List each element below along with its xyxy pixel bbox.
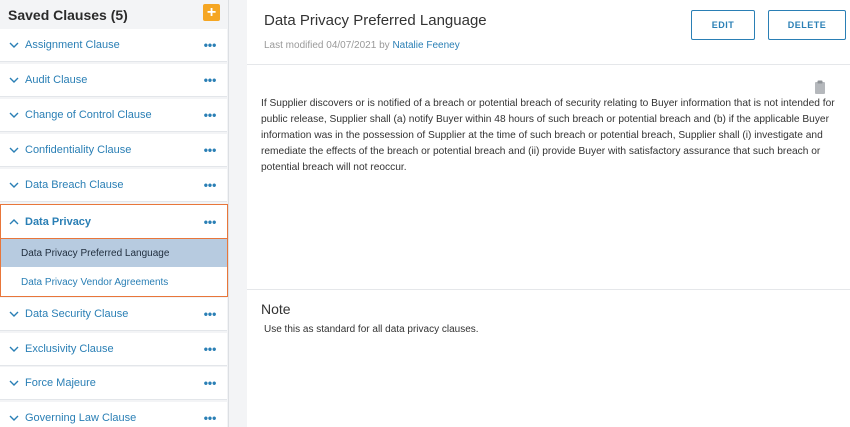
clause-group-label: Data Privacy	[25, 215, 92, 228]
clause-label: Governing Law Clause	[25, 412, 137, 424]
add-clause-button[interactable]: +	[203, 4, 220, 21]
clause-body-text: If Supplier discovers or is notified of …	[261, 98, 835, 173]
clause-label: Data Breach Clause	[25, 179, 124, 191]
more-options-icon[interactable]: •••	[201, 108, 219, 122]
more-options-icon[interactable]: •••	[201, 215, 219, 229]
clause-item-governing-law[interactable]: Governing Law Clause •••	[0, 402, 227, 427]
clipboard-icon[interactable]	[814, 80, 826, 94]
chevron-down-icon	[9, 77, 19, 83]
chevron-down-icon	[9, 42, 19, 48]
more-options-icon[interactable]: •••	[201, 342, 219, 356]
author-link[interactable]: Natalie Feeney	[392, 40, 459, 51]
clause-label: Audit Clause	[25, 74, 88, 86]
note-heading: Note	[261, 301, 291, 317]
delete-button[interactable]: DELETE	[768, 10, 846, 40]
sidebar-gutter	[229, 0, 247, 427]
more-options-icon[interactable]: •••	[201, 411, 219, 425]
last-modified-meta: Last modified 04/07/2021 by Natalie Feen…	[264, 40, 460, 51]
chevron-down-icon	[9, 311, 19, 317]
plus-icon: +	[206, 4, 217, 21]
sub-clause-preferred-language[interactable]: Data Privacy Preferred Language	[1, 239, 227, 267]
saved-clauses-sidebar: Saved Clauses (5) + Assignment Clause ••…	[0, 0, 229, 427]
clause-label: Confidentiality Clause	[25, 144, 132, 156]
edit-button[interactable]: EDIT	[691, 10, 755, 40]
chevron-down-icon	[9, 346, 19, 352]
sidebar-title: Saved Clauses (5)	[8, 6, 128, 23]
more-options-icon[interactable]: •••	[201, 178, 219, 192]
clause-label: Change of Control Clause	[25, 109, 152, 121]
clause-label: Data Security Clause	[25, 308, 129, 320]
chevron-down-icon	[9, 182, 19, 188]
clause-item-confidentiality[interactable]: Confidentiality Clause •••	[0, 134, 227, 167]
sidebar-header: Saved Clauses (5) +	[0, 0, 228, 29]
clause-group-data-privacy: Data Privacy ••• Data Privacy Preferred …	[0, 204, 228, 297]
clause-group-header[interactable]: Data Privacy •••	[1, 205, 227, 239]
clause-item-assignment[interactable]: Assignment Clause •••	[0, 29, 227, 62]
clause-label: Assignment Clause	[25, 39, 120, 51]
more-options-icon[interactable]: •••	[201, 73, 219, 87]
more-options-icon[interactable]: •••	[201, 307, 219, 321]
more-options-icon[interactable]: •••	[201, 143, 219, 157]
clause-detail-panel: Data Privacy Preferred Language Last mod…	[247, 0, 850, 427]
sub-clause-vendor-agreements[interactable]: Data Privacy Vendor Agreements	[1, 268, 227, 296]
note-divider	[247, 289, 850, 290]
clause-item-data-breach[interactable]: Data Breach Clause •••	[0, 169, 227, 202]
clause-item-audit[interactable]: Audit Clause •••	[0, 64, 227, 97]
chevron-down-icon	[9, 415, 19, 421]
clause-item-change-of-control[interactable]: Change of Control Clause •••	[0, 99, 227, 132]
last-modified-text: Last modified 04/07/2021 by	[264, 40, 390, 51]
note-text: Use this as standard for all data privac…	[264, 324, 479, 335]
chevron-down-icon	[9, 380, 19, 386]
chevron-up-icon	[9, 218, 19, 224]
more-options-icon[interactable]: •••	[201, 376, 219, 390]
chevron-down-icon	[9, 147, 19, 153]
clause-item-exclusivity[interactable]: Exclusivity Clause •••	[0, 333, 227, 366]
header-divider	[247, 64, 850, 65]
clause-label: Force Majeure	[25, 377, 96, 389]
clause-item-data-security[interactable]: Data Security Clause •••	[0, 298, 227, 331]
chevron-down-icon	[9, 112, 19, 118]
more-options-icon[interactable]: •••	[201, 38, 219, 52]
clause-title: Data Privacy Preferred Language	[264, 12, 487, 29]
clause-item-force-majeure[interactable]: Force Majeure •••	[0, 367, 227, 400]
clause-label: Exclusivity Clause	[25, 343, 114, 355]
